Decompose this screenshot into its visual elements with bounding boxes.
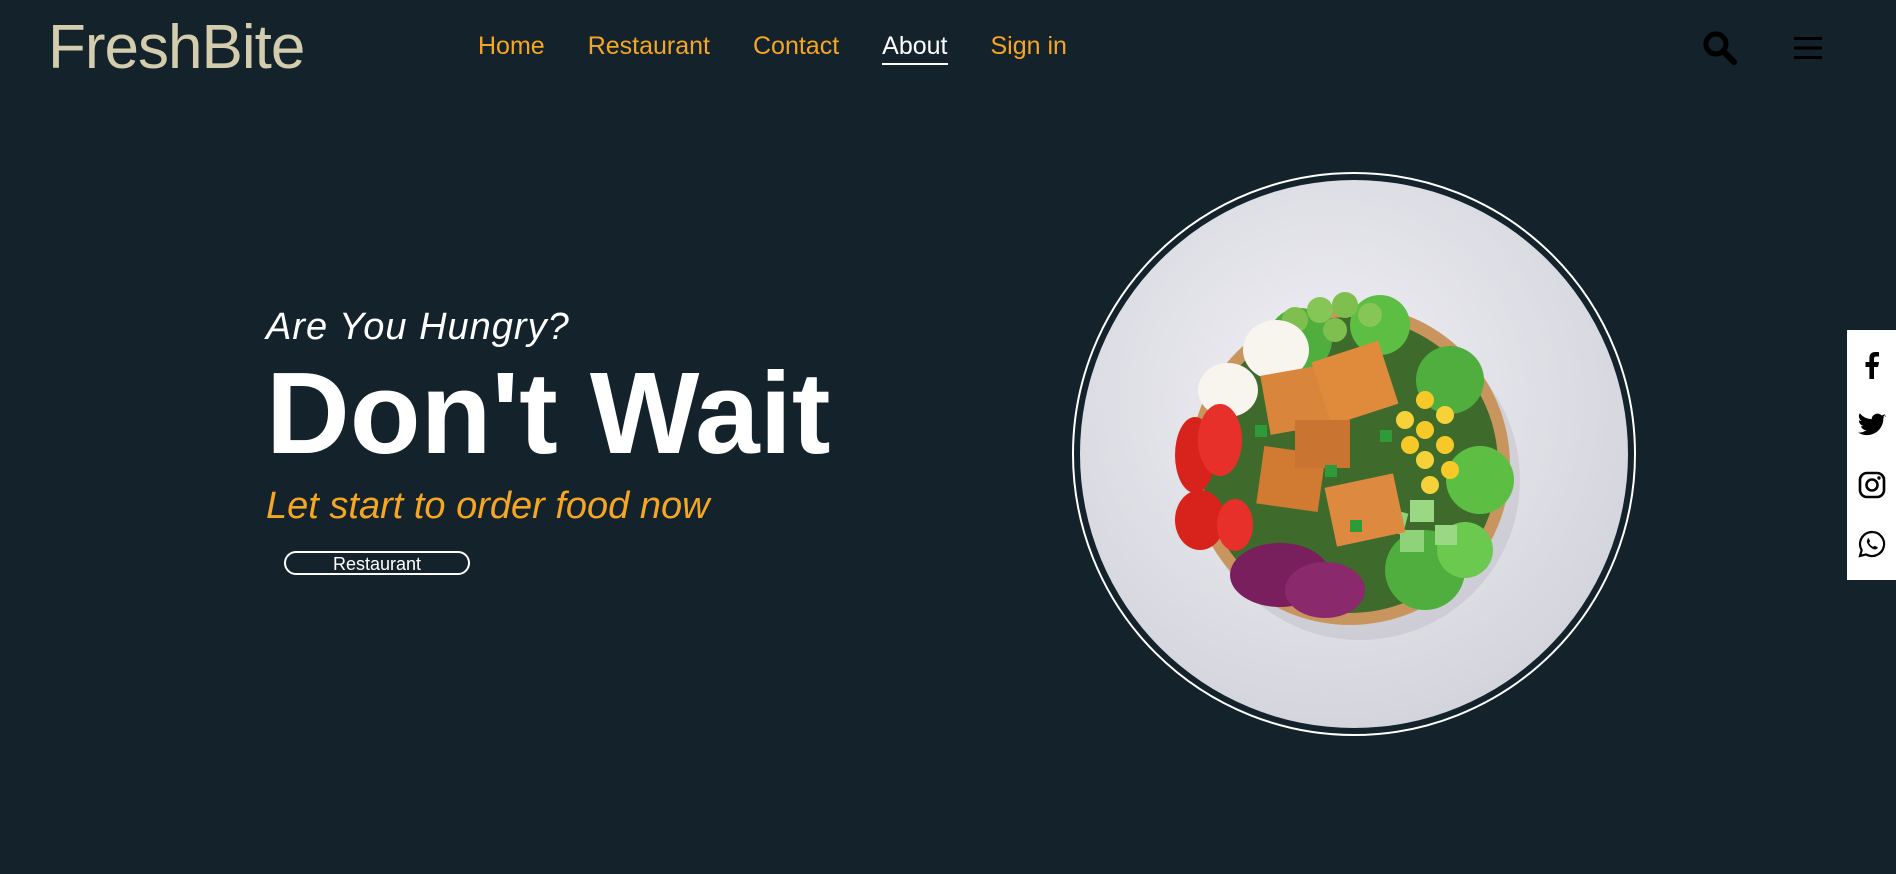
nav-about[interactable]: About [882,32,948,65]
nav-sign-in[interactable]: Sign in [991,32,1067,65]
hero-headline: Don't Wait [266,348,831,478]
search-icon[interactable] [1702,30,1738,66]
facebook-icon[interactable] [1857,351,1887,381]
twitter-icon[interactable] [1857,410,1887,440]
instagram-icon[interactable] [1857,470,1887,500]
restaurant-button[interactable]: Restaurant [284,551,470,575]
brand-logo[interactable]: FreshBite [48,12,305,83]
nav-contact[interactable]: Contact [753,32,839,65]
nav-restaurant[interactable]: Restaurant [588,32,710,65]
hamburger-menu-icon[interactable] [1794,34,1822,62]
salad-bowl-image [1080,180,1628,728]
nav-home[interactable]: Home [478,32,545,65]
hero-text: Are You Hungry? Don't Wait Let start to … [266,306,830,528]
main-nav: Home Restaurant Contact About Sign in [478,32,1067,65]
whatsapp-icon[interactable] [1857,529,1887,559]
hero-tagline: Let start to order food now [266,485,710,527]
social-bar [1847,330,1896,580]
hero-subtitle: Are You Hungry? [266,306,570,348]
